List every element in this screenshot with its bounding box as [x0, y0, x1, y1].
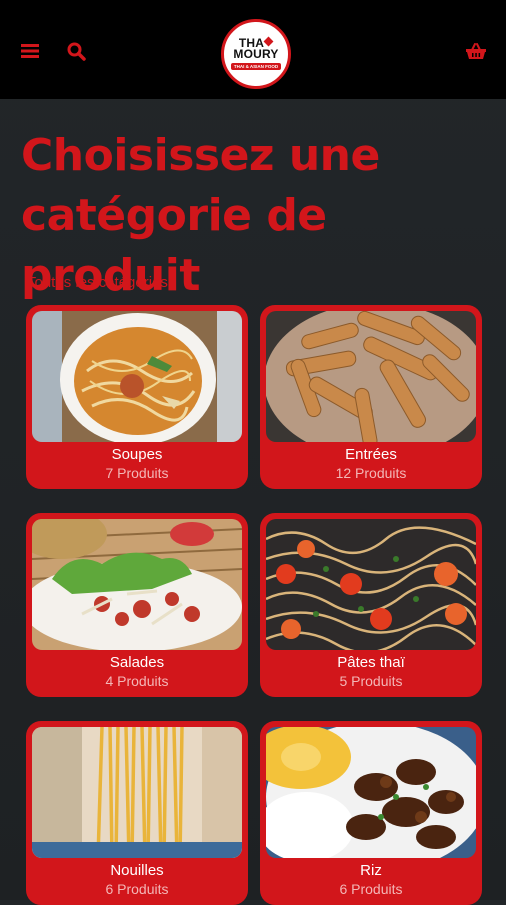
logo-line-2: MOURY [233, 47, 279, 61]
category-card-entrees[interactable]: Entrées 12 Produits [260, 305, 482, 489]
logo-tagline: THAI & ASIAN FOOD [230, 63, 282, 70]
entrees-photo [266, 311, 476, 442]
category-count: 4 Produits [105, 673, 169, 689]
category-name: Nouilles [110, 862, 164, 879]
category-card-soupes[interactable]: Soupes 7 Produits [26, 305, 248, 489]
category-card-nouilles[interactable]: Nouilles 6 Produits [26, 721, 248, 905]
search-icon[interactable] [61, 36, 91, 66]
top-bar: THA MOURY THAI & ASIAN FOOD [0, 0, 506, 99]
basket-icon[interactable] [461, 36, 491, 66]
category-name: Entrées [345, 446, 397, 463]
categories-subtitle: Toutes les catégories: [27, 274, 173, 291]
category-count: 5 Produits [339, 673, 403, 689]
salades-photo [32, 519, 242, 650]
category-count: 6 Produits [339, 881, 403, 897]
category-name: Pâtes thaï [337, 654, 405, 671]
category-name: Riz [360, 862, 382, 879]
category-count: 7 Produits [105, 465, 169, 481]
soupes-photo [32, 311, 242, 442]
category-card-pates-thai[interactable]: Pâtes thaï 5 Produits [260, 513, 482, 697]
category-count: 12 Produits [335, 465, 407, 481]
category-card-riz[interactable]: Riz 6 Produits [260, 721, 482, 905]
nouilles-photo [32, 727, 242, 858]
brand-logo[interactable]: THA MOURY THAI & ASIAN FOOD [221, 19, 291, 89]
category-name: Soupes [111, 446, 163, 463]
category-card-salades[interactable]: Salades 4 Produits [26, 513, 248, 697]
category-count: 6 Produits [105, 881, 169, 897]
pates-thai-photo [266, 519, 476, 650]
category-name: Salades [109, 654, 165, 671]
riz-photo [266, 727, 476, 858]
hamburger-menu-icon[interactable] [15, 36, 45, 66]
